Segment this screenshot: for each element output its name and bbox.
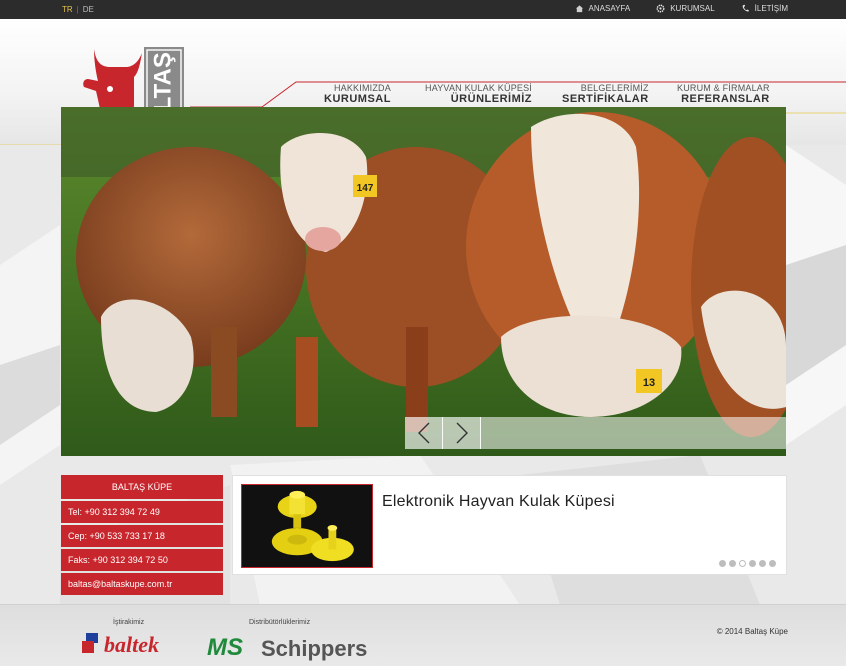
pagination-dot[interactable]: [759, 560, 766, 567]
pagination-dot-active[interactable]: [739, 560, 746, 567]
ear-tag-image: [242, 485, 372, 567]
slider-prev-button[interactable]: [405, 417, 443, 449]
contact-tel[interactable]: Tel: +90 312 394 72 49: [61, 501, 223, 523]
schippers-logo-text: Schippers: [261, 636, 367, 661]
site-footer: İştirakimiz Distribütörlüklerimiz baltek…: [0, 604, 846, 666]
nav-item-kurumsal[interactable]: HAKKIMIZDA KURUMSAL: [324, 83, 391, 105]
baltek-logo-text: baltek: [104, 632, 159, 657]
gear-icon: [656, 4, 665, 13]
product-title[interactable]: Elektronik Hayvan Kulak Küpesi: [382, 493, 615, 511]
nav-item-urunlerimiz[interactable]: HAYVAN KULAK KÜPESİ ÜRÜNLERİMİZ: [425, 83, 532, 105]
nav-item-subtitle: HAKKIMIZDA: [333, 83, 391, 93]
top-link-label: İLETİŞİM: [754, 4, 788, 13]
nav-item-title: ÜRÜNLERİMİZ: [450, 93, 533, 105]
language-switcher: TR | DE: [62, 5, 94, 14]
product-pagination: [719, 560, 776, 567]
nav-item-referanslar[interactable]: KURUM & FİRMALAR REFERANSLAR: [677, 83, 770, 105]
top-link-anasayfa[interactable]: ANASAYFA: [575, 4, 631, 13]
lang-tr-link[interactable]: TR: [62, 5, 73, 14]
product-image[interactable]: [241, 484, 373, 568]
schippers-logo[interactable]: MS Schippers: [207, 631, 367, 661]
home-icon: [575, 5, 583, 13]
contact-title: BALTAŞ KÜPE: [61, 475, 223, 499]
top-link-iletisim[interactable]: İLETİŞİM: [741, 4, 788, 13]
top-link-kurumsal[interactable]: KURUMSAL: [656, 4, 715, 13]
nav-item-title: REFERANSLAR: [681, 93, 770, 105]
hero-slider[interactable]: 147 13: [61, 107, 786, 456]
nav-item-subtitle: HAYVAN KULAK KÜPESİ: [425, 83, 533, 93]
ms-logo-text: MS: [207, 634, 243, 661]
nav-item-subtitle: KURUM & FİRMALAR: [677, 83, 770, 93]
slider-controls: [405, 417, 786, 449]
phone-icon: [742, 4, 749, 12]
chevron-left-icon: [417, 422, 429, 444]
ear-tag-number: 147: [357, 183, 374, 194]
copyright-text: © 2014 Baltaş Küpe: [716, 627, 788, 636]
top-link-label: ANASAYFA: [588, 4, 631, 13]
featured-product[interactable]: Elektronik Hayvan Kulak Küpesi: [232, 475, 787, 575]
baltek-logo[interactable]: baltek: [80, 631, 190, 657]
lang-separator: |: [76, 5, 79, 14]
pagination-dot[interactable]: [749, 560, 756, 567]
pagination-dot[interactable]: [769, 560, 776, 567]
top-links: ANASAYFA KURUMSAL İLETİŞİM: [575, 4, 788, 13]
affiliate-label: İştirakimiz: [113, 619, 145, 626]
chevron-right-icon: [456, 422, 468, 444]
distributors-label: Distribütörlüklerimiz: [249, 619, 311, 626]
slide-image-cattle: 147 13: [61, 107, 786, 456]
pagination-dot[interactable]: [719, 560, 726, 567]
contact-email-link[interactable]: baltas@baltaskupe.com.tr: [61, 573, 223, 595]
contact-fax: Faks: +90 312 394 72 50: [61, 549, 223, 571]
nav-item-subtitle: BELGELERİMİZ: [580, 83, 649, 93]
slider-next-button[interactable]: [443, 417, 481, 449]
contact-box: BALTAŞ KÜPE Tel: +90 312 394 72 49 Cep: …: [61, 475, 223, 597]
pagination-dot[interactable]: [729, 560, 736, 567]
top-link-label: KURUMSAL: [670, 4, 715, 13]
nav-item-title: SERTİFİKALAR: [562, 93, 649, 105]
top-bar: TR | DE ANASAYFA KURUMSAL İLETİŞİM: [0, 0, 846, 19]
nav-item-title: KURUMSAL: [324, 93, 391, 105]
nav-item-sertifikalar[interactable]: BELGELERİMİZ SERTİFİKALAR: [562, 83, 649, 105]
lang-de-link[interactable]: DE: [83, 5, 94, 14]
contact-mobile[interactable]: Cep: +90 533 733 17 18: [61, 525, 223, 547]
ear-tag-number: 13: [643, 377, 655, 389]
